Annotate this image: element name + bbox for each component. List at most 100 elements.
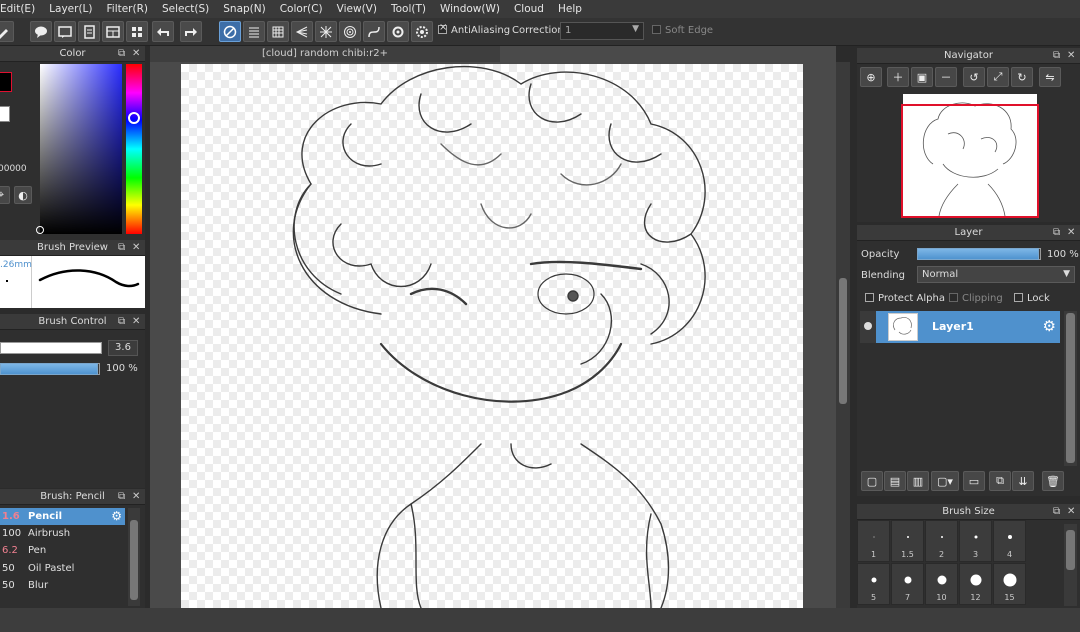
clipping-checkbox[interactable] bbox=[949, 293, 958, 302]
secondary-color-swatch[interactable] bbox=[0, 106, 10, 122]
menu-color[interactable]: Color(C) bbox=[280, 3, 323, 15]
popout-icon[interactable]: ⧉ bbox=[118, 240, 125, 256]
brush-size-5[interactable]: 5 bbox=[857, 563, 890, 605]
brush-item-blur[interactable]: 50 Blur bbox=[0, 577, 125, 594]
navigator-viewport-frame[interactable] bbox=[901, 104, 1039, 218]
popout-icon[interactable]: ⧉ bbox=[118, 489, 125, 505]
brush-item-oil-pastel[interactable]: 50 Oil Pastel bbox=[0, 560, 125, 577]
antialiasing-option[interactable]: AntiAliasing bbox=[438, 22, 510, 36]
snap-vanish-icon[interactable] bbox=[291, 21, 313, 42]
zoom-in-icon[interactable]: ＋ bbox=[887, 67, 909, 87]
brush-size-scrollbar[interactable] bbox=[1064, 524, 1077, 606]
menu-layer[interactable]: Layer(L) bbox=[49, 3, 92, 15]
rotate-left-icon[interactable]: ↺ bbox=[963, 67, 985, 87]
blending-select[interactable]: Normal ▼ bbox=[917, 266, 1075, 283]
brush-size-4[interactable]: 4 bbox=[993, 520, 1026, 562]
rotate-right-icon[interactable]: ↻ bbox=[1011, 67, 1033, 87]
snap-radial-icon[interactable] bbox=[315, 21, 337, 42]
close-icon[interactable]: ✕ bbox=[132, 489, 140, 505]
layer-visibility-toggle[interactable] bbox=[860, 311, 876, 343]
close-icon[interactable]: ✕ bbox=[132, 46, 140, 62]
brush-size-10[interactable]: 10 bbox=[925, 563, 958, 605]
brush-size-3[interactable]: 3 bbox=[959, 520, 992, 562]
close-icon[interactable]: ✕ bbox=[1067, 504, 1075, 520]
sv-cursor[interactable] bbox=[36, 226, 44, 234]
snap-circle-icon[interactable] bbox=[339, 21, 361, 42]
canvas-scroll-thumb[interactable] bbox=[839, 278, 847, 404]
panel-layout-icon[interactable] bbox=[102, 21, 124, 42]
fit-window-icon[interactable]: ▣ bbox=[911, 67, 933, 87]
menu-edit[interactable]: Edit(E) bbox=[0, 3, 35, 15]
brush-list-scrollbar[interactable] bbox=[128, 508, 140, 606]
redo-icon[interactable] bbox=[180, 21, 202, 42]
popout-icon[interactable]: ⧉ bbox=[1053, 48, 1060, 64]
protect-alpha-checkbox[interactable] bbox=[865, 293, 874, 302]
brush-size-slider[interactable] bbox=[0, 342, 102, 354]
close-icon[interactable]: ✕ bbox=[132, 240, 140, 256]
undo-icon[interactable] bbox=[152, 21, 174, 42]
pen-tool-icon[interactable] bbox=[0, 21, 14, 42]
flip-horizontal-icon[interactable]: ⇋ bbox=[1039, 67, 1061, 87]
add-layer-dropdown-icon[interactable]: ▢▾ bbox=[931, 471, 959, 491]
layer-scroll-thumb[interactable] bbox=[1066, 313, 1075, 463]
primary-color-swatch[interactable] bbox=[0, 72, 12, 92]
menu-snap[interactable]: Snap(N) bbox=[223, 3, 265, 15]
speech-bubble-icon[interactable] bbox=[30, 21, 52, 42]
brush-size-1-5[interactable]: 1.5 bbox=[891, 520, 924, 562]
merge-layer-icon[interactable]: ⇊ bbox=[1012, 471, 1034, 491]
popout-icon[interactable]: ⧉ bbox=[1053, 504, 1060, 520]
brush-size-12[interactable]: 12 bbox=[959, 563, 992, 605]
popout-icon[interactable]: ⧉ bbox=[118, 46, 125, 62]
document-tab[interactable]: [cloud] random chibi:r2+ bbox=[150, 46, 500, 62]
brush-list-scroll-thumb[interactable] bbox=[130, 520, 138, 600]
brush-item-pen[interactable]: 6.2 Pen bbox=[0, 542, 125, 559]
antialiasing-checkbox[interactable] bbox=[438, 22, 447, 34]
hue-slider[interactable] bbox=[126, 64, 142, 234]
brush-size-15[interactable]: 15 bbox=[993, 563, 1026, 605]
new-1bit-layer-icon[interactable]: ▥ bbox=[907, 471, 929, 491]
snap-crisscross-icon[interactable] bbox=[267, 21, 289, 42]
brush-item-airbrush[interactable]: 100 Airbrush bbox=[0, 525, 125, 542]
popout-icon[interactable]: ⧉ bbox=[1053, 225, 1060, 241]
soft-edge-option[interactable]: Soft Edge bbox=[652, 25, 713, 36]
snap-gear-icon[interactable] bbox=[411, 21, 433, 42]
snap-settings-icon[interactable] bbox=[387, 21, 409, 42]
close-icon[interactable]: ✕ bbox=[132, 314, 140, 330]
brush-size-1[interactable]: 1 bbox=[857, 520, 890, 562]
palette-icon[interactable]: ◐ bbox=[14, 186, 32, 204]
menu-filter[interactable]: Filter(R) bbox=[107, 3, 149, 15]
delete-layer-icon[interactable]: 🗑 bbox=[1042, 471, 1064, 491]
zoom-tool-icon[interactable]: ⊕ bbox=[860, 67, 882, 87]
menu-help[interactable]: Help bbox=[558, 3, 582, 15]
brush-opacity-slider[interactable] bbox=[0, 363, 100, 375]
menu-select[interactable]: Select(S) bbox=[162, 3, 209, 15]
snap-parallel-icon[interactable] bbox=[243, 21, 265, 42]
grid-icon[interactable] bbox=[126, 21, 148, 42]
popout-icon[interactable]: ⧉ bbox=[118, 314, 125, 330]
dialog-icon[interactable] bbox=[54, 21, 76, 42]
navigator-thumbnail[interactable] bbox=[901, 94, 1039, 218]
new-folder-icon[interactable]: ▭ bbox=[963, 471, 985, 491]
correction-select[interactable]: 1 ▼ bbox=[560, 22, 644, 40]
clipping-option[interactable]: Clipping bbox=[949, 293, 1003, 304]
protect-alpha-option[interactable]: Protect Alpha bbox=[865, 293, 945, 304]
duplicate-layer-icon[interactable]: ⧉ bbox=[989, 471, 1011, 491]
lock-checkbox[interactable] bbox=[1014, 293, 1023, 302]
lock-option[interactable]: Lock bbox=[1014, 293, 1050, 304]
new-8bit-layer-icon[interactable]: ▤ bbox=[884, 471, 906, 491]
brush-size-scroll-thumb[interactable] bbox=[1066, 530, 1075, 570]
fit-size-icon[interactable]: ⤢ bbox=[987, 67, 1009, 87]
new-layer-icon[interactable]: ▢ bbox=[861, 471, 883, 491]
zoom-out-icon[interactable]: － bbox=[935, 67, 957, 87]
brush-size-7[interactable]: 7 bbox=[891, 563, 924, 605]
layer-opacity-slider[interactable] bbox=[917, 248, 1041, 260]
menu-cloud[interactable]: Cloud bbox=[514, 3, 544, 15]
eyedropper-icon[interactable]: ⌖ bbox=[0, 186, 10, 204]
close-icon[interactable]: ✕ bbox=[1067, 225, 1075, 241]
snap-curve-icon[interactable] bbox=[363, 21, 385, 42]
hue-knob[interactable] bbox=[128, 112, 140, 124]
soft-edge-checkbox[interactable] bbox=[652, 25, 661, 34]
close-icon[interactable]: ✕ bbox=[1067, 48, 1075, 64]
layer-settings-gear-icon[interactable]: ⚙ bbox=[1043, 317, 1056, 335]
brush-size-2[interactable]: 2 bbox=[925, 520, 958, 562]
